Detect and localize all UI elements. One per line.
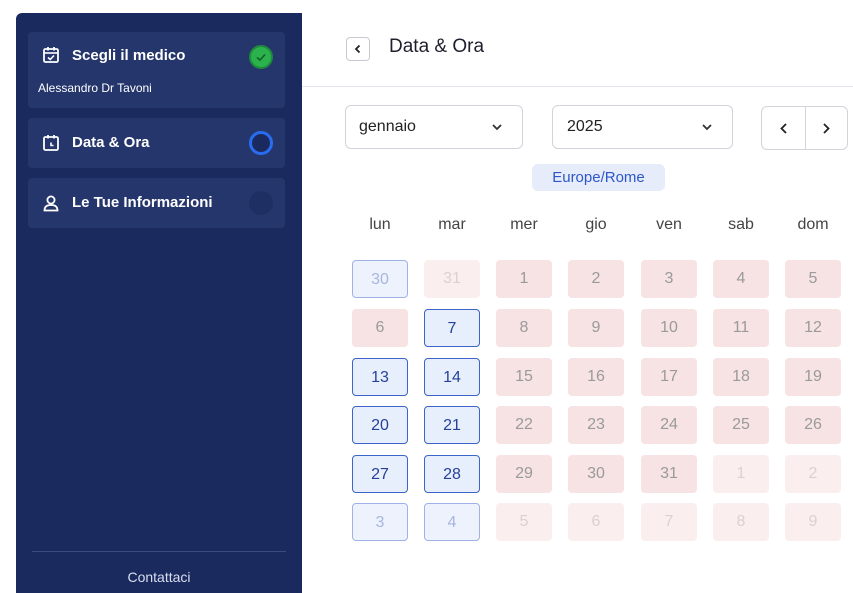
step-choose-doctor[interactable]: Scegli il medico Alessandro Dr Tavoni bbox=[28, 32, 285, 108]
calendar-day-available[interactable]: 21 bbox=[424, 406, 480, 444]
calendar-day-unavailable: 2 bbox=[785, 455, 841, 493]
calendar-day-unavailable: 8 bbox=[496, 309, 552, 347]
sidebar-divider bbox=[32, 551, 286, 552]
calendar-day-unavailable: 15 bbox=[496, 358, 552, 396]
step-title: Scegli il medico bbox=[72, 47, 186, 64]
calendar-day-unavailable: 4 bbox=[713, 260, 769, 298]
calendar-day-unavailable: 23 bbox=[568, 406, 624, 444]
calendar-clock-icon bbox=[43, 135, 59, 151]
step-title: Data & Ora bbox=[72, 134, 150, 151]
calendar-day-available[interactable]: 20 bbox=[352, 406, 408, 444]
calendar-day-unavailable: 18 bbox=[713, 358, 769, 396]
sidebar: Scegli il medico Alessandro Dr Tavoni Da… bbox=[16, 13, 302, 593]
calendar-day-unavailable: 12 bbox=[785, 309, 841, 347]
calendar-day-unavailable: 1 bbox=[496, 260, 552, 298]
header-divider bbox=[302, 86, 853, 87]
next-month-button[interactable] bbox=[806, 107, 847, 149]
chevron-left-icon bbox=[354, 44, 361, 54]
calendar-day-unavailable: 29 bbox=[496, 455, 552, 493]
year-select[interactable]: 2025 bbox=[552, 105, 733, 149]
step-current-indicator bbox=[249, 131, 273, 155]
calendar-day-unavailable: 5 bbox=[785, 260, 841, 298]
calendar-day-unavailable: 9 bbox=[568, 309, 624, 347]
calendar-day-unavailable: 7 bbox=[641, 503, 697, 541]
chevron-down-icon bbox=[492, 124, 502, 131]
step-your-information[interactable]: Le Tue Informazioni bbox=[28, 178, 285, 228]
calendar-day-available[interactable]: 14 bbox=[424, 358, 480, 396]
chevron-down-icon bbox=[702, 124, 712, 131]
check-icon bbox=[256, 53, 266, 62]
weekday-header: dom bbox=[797, 216, 829, 233]
previous-month-button[interactable] bbox=[762, 107, 805, 149]
calendar-day-unavailable: 10 bbox=[641, 309, 697, 347]
page-title: Data & Ora bbox=[389, 36, 485, 57]
calendar-day-unavailable: 31 bbox=[641, 455, 697, 493]
calendar-check-icon bbox=[43, 47, 59, 63]
calendar-day-available[interactable]: 4 bbox=[424, 503, 480, 541]
calendar-day-unavailable: 17 bbox=[641, 358, 697, 396]
month-select-value: gennaio bbox=[359, 118, 416, 135]
calendar-day-unavailable: 19 bbox=[785, 358, 841, 396]
weekday-header: sab bbox=[728, 216, 754, 233]
weekday-header: mar bbox=[438, 216, 466, 233]
calendar-day-available[interactable]: 13 bbox=[352, 358, 408, 396]
chevron-left-icon bbox=[780, 123, 787, 134]
calendar-day-available[interactable]: 28 bbox=[424, 455, 480, 493]
chevron-right-icon bbox=[823, 123, 830, 134]
step-date-time[interactable]: Data & Ora bbox=[28, 118, 285, 168]
calendar-day-unavailable: 16 bbox=[568, 358, 624, 396]
step-title: Le Tue Informazioni bbox=[72, 194, 213, 211]
calendar-day-unavailable: 6 bbox=[352, 309, 408, 347]
weekday-header: ven bbox=[656, 216, 682, 233]
calendar-day-unavailable: 11 bbox=[713, 309, 769, 347]
calendar-day-available[interactable]: 7 bbox=[424, 309, 480, 347]
calendar-day-unavailable: 22 bbox=[496, 406, 552, 444]
weekday-header: mer bbox=[510, 216, 538, 233]
user-icon bbox=[43, 195, 59, 212]
month-navigation bbox=[761, 106, 848, 150]
calendar-day-unavailable: 1 bbox=[713, 455, 769, 493]
calendar-day-unavailable: 24 bbox=[641, 406, 697, 444]
contact-link[interactable]: Contattaci bbox=[16, 569, 302, 585]
year-select-value: 2025 bbox=[567, 118, 603, 135]
calendar-day-available[interactable]: 3 bbox=[352, 503, 408, 541]
calendar-day-unavailable: 30 bbox=[568, 455, 624, 493]
calendar-day-unavailable: 3 bbox=[641, 260, 697, 298]
calendar-day-unavailable: 8 bbox=[713, 503, 769, 541]
calendar-day-available[interactable]: 30 bbox=[352, 260, 408, 298]
calendar-day-unavailable: 26 bbox=[785, 406, 841, 444]
calendar-day-unavailable: 5 bbox=[496, 503, 552, 541]
calendar-day-unavailable: 6 bbox=[568, 503, 624, 541]
calendar-day-available[interactable]: 27 bbox=[352, 455, 408, 493]
back-button[interactable] bbox=[346, 37, 370, 61]
calendar-day-unavailable: 2 bbox=[568, 260, 624, 298]
weekday-header: lun bbox=[369, 216, 391, 233]
step-pending-indicator bbox=[249, 191, 273, 215]
month-select[interactable]: gennaio bbox=[345, 105, 523, 149]
step-completed-indicator bbox=[249, 45, 273, 69]
calendar-day-unavailable: 25 bbox=[713, 406, 769, 444]
weekday-header: gio bbox=[585, 216, 607, 233]
calendar-day-unavailable: 31 bbox=[424, 260, 480, 298]
timezone-badge: Europe/Rome bbox=[532, 164, 665, 191]
selected-doctor-name: Alessandro Dr Tavoni bbox=[38, 81, 152, 95]
calendar-day-unavailable: 9 bbox=[785, 503, 841, 541]
